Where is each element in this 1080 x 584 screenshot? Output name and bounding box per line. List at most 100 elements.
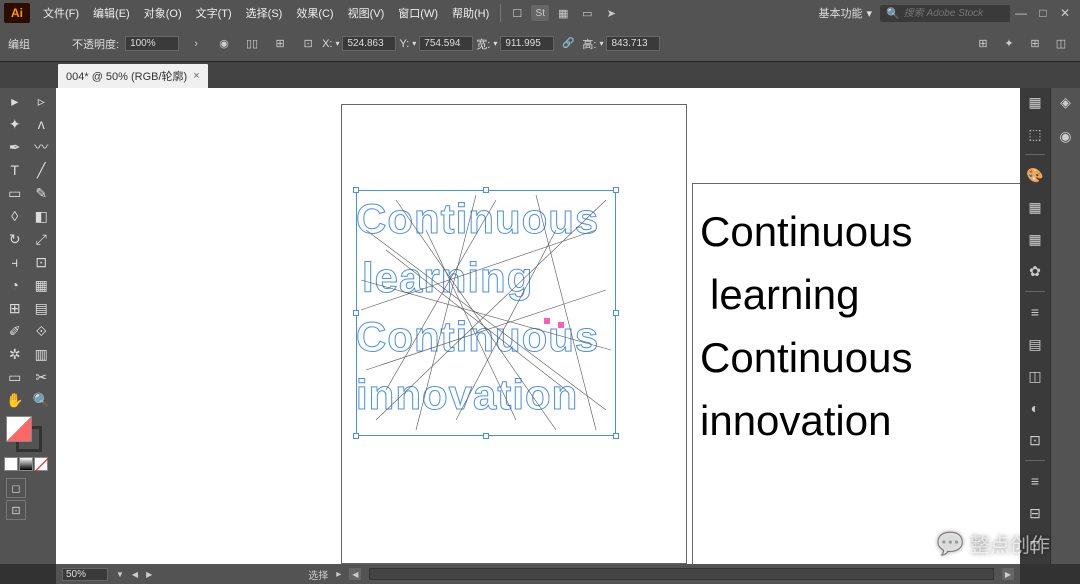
search-input[interactable] bbox=[904, 8, 1004, 19]
resize-handle[interactable] bbox=[483, 187, 489, 193]
eraser-tool[interactable]: ◧ bbox=[29, 205, 55, 227]
resize-handle[interactable] bbox=[483, 433, 489, 439]
lasso-tool[interactable]: ʌ bbox=[29, 113, 55, 135]
perspective-tool[interactable]: ▦ bbox=[29, 274, 55, 296]
menu-type[interactable]: 文字(T) bbox=[189, 5, 239, 21]
zoom-input[interactable] bbox=[62, 568, 108, 581]
menu-file[interactable]: 文件(F) bbox=[36, 5, 86, 21]
opacity-arrow-icon[interactable]: › bbox=[185, 33, 207, 55]
color-mode-icon[interactable] bbox=[4, 457, 18, 471]
shape-builder-tool[interactable]: ◔ bbox=[2, 274, 28, 296]
h-input[interactable] bbox=[606, 36, 660, 51]
menu-effect[interactable]: 效果(C) bbox=[289, 5, 340, 21]
transform-anchor-icon[interactable]: ⊡ bbox=[297, 33, 319, 55]
nav-prev-icon[interactable]: ◀ bbox=[132, 570, 138, 579]
menu-view[interactable]: 视图(V) bbox=[341, 5, 392, 21]
artboard-tool[interactable]: ▭ bbox=[2, 366, 28, 388]
symbol-sprayer-tool[interactable]: ✲ bbox=[2, 343, 28, 365]
status-nav-icon[interactable]: ▸ bbox=[336, 569, 341, 580]
fill-swatch[interactable] bbox=[6, 416, 32, 442]
selection-tool[interactable]: ▸ bbox=[2, 90, 28, 112]
cc-libraries-icon[interactable]: ◉ bbox=[1054, 124, 1078, 148]
slice-tool[interactable]: ✂ bbox=[29, 366, 55, 388]
paintbrush-tool[interactable]: ✎ bbox=[29, 182, 55, 204]
resize-handle[interactable] bbox=[353, 310, 359, 316]
recolor-icon[interactable]: ◉ bbox=[213, 33, 235, 55]
gpu-icon[interactable]: ➤ bbox=[601, 3, 621, 23]
y-input[interactable] bbox=[419, 36, 473, 51]
prefs-icon[interactable]: ⊞ bbox=[972, 33, 994, 55]
width-tool[interactable]: ⫞ bbox=[2, 251, 28, 273]
h-caret-icon[interactable]: ▾ bbox=[599, 39, 603, 48]
magic-wand-tool[interactable]: ✦ bbox=[2, 113, 28, 135]
stroke-panel-icon[interactable]: ≡ bbox=[1023, 300, 1047, 324]
w-caret-icon[interactable]: ▾ bbox=[493, 39, 497, 48]
document-tab[interactable]: 004* @ 50% (RGB/轮廓) × bbox=[58, 64, 208, 88]
w-input[interactable] bbox=[500, 36, 554, 51]
opacity-input[interactable] bbox=[125, 36, 179, 51]
direct-selection-tool[interactable]: ▹ bbox=[29, 90, 55, 112]
minimize-button[interactable]: — bbox=[1010, 2, 1032, 24]
resize-handle[interactable] bbox=[353, 187, 359, 193]
hscroll-right-icon[interactable]: ▶ bbox=[1002, 568, 1014, 580]
layers-panel-icon[interactable]: ◈ bbox=[1054, 90, 1078, 114]
gradient-tool[interactable]: ▤ bbox=[29, 297, 55, 319]
grid-icon[interactable]: ⊞ bbox=[1024, 33, 1046, 55]
stock-icon[interactable]: St bbox=[531, 5, 549, 21]
brushes-panel-icon[interactable]: ▦ bbox=[1023, 227, 1047, 251]
none-mode-icon[interactable] bbox=[34, 457, 48, 471]
link-wh-icon[interactable]: 🔗 bbox=[557, 33, 579, 55]
close-button[interactable]: ✕ bbox=[1054, 2, 1076, 24]
scale-tool[interactable]: ⤢ bbox=[29, 228, 55, 250]
canvas[interactable]: Continuous learning Continuous innovatio… bbox=[56, 88, 1020, 564]
character-panel-icon[interactable]: ≡ bbox=[1023, 469, 1047, 493]
eyedropper-tool[interactable]: ✐ bbox=[2, 320, 28, 342]
screen-mode-icon[interactable]: ⊡ bbox=[6, 500, 26, 520]
pen-tool[interactable]: ✒ bbox=[2, 136, 28, 158]
shaper-tool[interactable]: ◊ bbox=[2, 205, 28, 227]
rotate-tool[interactable]: ↻ bbox=[2, 228, 28, 250]
type-tool[interactable]: T bbox=[2, 159, 28, 181]
snap-icon[interactable]: ◫ bbox=[1050, 33, 1072, 55]
blend-tool[interactable]: ⟐ bbox=[29, 320, 55, 342]
doc-setup-icon[interactable]: ▭ bbox=[577, 3, 597, 23]
rectangle-tool[interactable]: ▭ bbox=[2, 182, 28, 204]
x-caret-icon[interactable]: ▾ bbox=[335, 39, 339, 48]
swatches-panel-icon[interactable]: ▦ bbox=[1023, 195, 1047, 219]
draw-normal-icon[interactable]: ◻ bbox=[6, 478, 26, 498]
graph-tool[interactable]: ▥ bbox=[29, 343, 55, 365]
arrange-docs-icon[interactable]: ▦ bbox=[553, 3, 573, 23]
tab-close-icon[interactable]: × bbox=[193, 70, 199, 82]
setup-icon[interactable]: ✦ bbox=[998, 33, 1020, 55]
menu-object[interactable]: 对象(O) bbox=[137, 5, 189, 21]
hscroll-left-icon[interactable]: ◀ bbox=[349, 568, 361, 580]
menu-help[interactable]: 帮助(H) bbox=[445, 5, 496, 21]
workspace-switcher[interactable]: 基本功能 ▾ bbox=[810, 3, 880, 23]
symbols-panel-icon[interactable]: ✿ bbox=[1023, 259, 1047, 283]
y-caret-icon[interactable]: ▾ bbox=[412, 39, 416, 48]
resize-handle[interactable] bbox=[353, 433, 359, 439]
color-panel-icon[interactable]: 🎨 bbox=[1023, 163, 1047, 187]
hscroll-track[interactable] bbox=[369, 568, 994, 580]
properties-panel-icon[interactable]: ▦ bbox=[1023, 90, 1047, 114]
zoom-tool[interactable]: 🔍 bbox=[29, 389, 55, 411]
align-icon-1[interactable]: ▯▯ bbox=[241, 33, 263, 55]
appearance-panel-icon[interactable]: ◐ bbox=[1023, 396, 1047, 420]
free-transform-tool[interactable]: ⊡ bbox=[29, 251, 55, 273]
resize-handle[interactable] bbox=[613, 187, 619, 193]
nav-next-icon[interactable]: ▶ bbox=[146, 570, 152, 579]
stock-search[interactable]: 🔍 bbox=[880, 5, 1010, 22]
gradient-panel-icon[interactable]: ▤ bbox=[1023, 332, 1047, 356]
selected-text-group[interactable]: Continuous learning Continuous innovatio… bbox=[356, 190, 616, 436]
gradient-mode-icon[interactable] bbox=[19, 457, 33, 471]
curvature-tool[interactable]: 〰 bbox=[29, 136, 55, 158]
resize-handle[interactable] bbox=[613, 433, 619, 439]
hand-tool[interactable]: ✋ bbox=[2, 389, 28, 411]
libraries-panel-icon[interactable]: ⬚ bbox=[1023, 122, 1047, 146]
bridge-icon[interactable]: ☐ bbox=[507, 3, 527, 23]
zoom-arrow-icon[interactable]: ▼ bbox=[116, 570, 124, 579]
menu-window[interactable]: 窗口(W) bbox=[391, 5, 445, 21]
maximize-button[interactable]: □ bbox=[1032, 2, 1054, 24]
menu-edit[interactable]: 编辑(E) bbox=[86, 5, 137, 21]
fill-stroke-swatches[interactable] bbox=[6, 416, 42, 452]
